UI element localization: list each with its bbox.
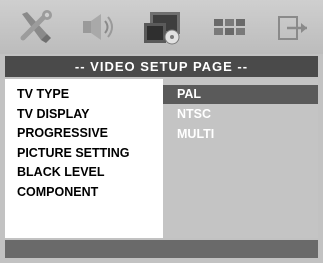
option-multi[interactable]: MULTI [163,125,318,144]
option-ntsc[interactable]: NTSC [163,105,318,124]
icon-toolbar [0,0,323,54]
menu-item-picture-setting[interactable]: PICTURE SETTING [17,144,167,164]
tools-icon[interactable] [14,8,58,46]
menu-item-tv-type[interactable]: TV TYPE [17,85,167,105]
menu-item-component[interactable]: COMPONENT [17,183,167,203]
option-pal[interactable]: PAL [163,85,318,104]
menu-item-tv-display[interactable]: TV DISPLAY [17,105,167,125]
menu-item-black-level[interactable]: BLACK LEVEL [17,163,167,183]
option-panel: PAL NTSC MULTI [163,79,318,238]
page-title: -- VIDEO SETUP PAGE -- [5,56,318,77]
settings-menu: TV TYPE TV DISPLAY PROGRESSIVE PICTURE S… [5,79,318,238]
video-icon[interactable] [142,8,186,46]
speaker-icon[interactable] [76,8,120,46]
menu-item-progressive[interactable]: PROGRESSIVE [17,124,167,144]
preferences-icon[interactable] [208,8,252,46]
setup-screen: -- VIDEO SETUP PAGE -- TV TYPE TV DISPLA… [0,0,323,263]
exit-icon[interactable] [270,8,314,46]
status-bar [5,240,318,258]
setting-list: TV TYPE TV DISPLAY PROGRESSIVE PICTURE S… [17,85,167,202]
